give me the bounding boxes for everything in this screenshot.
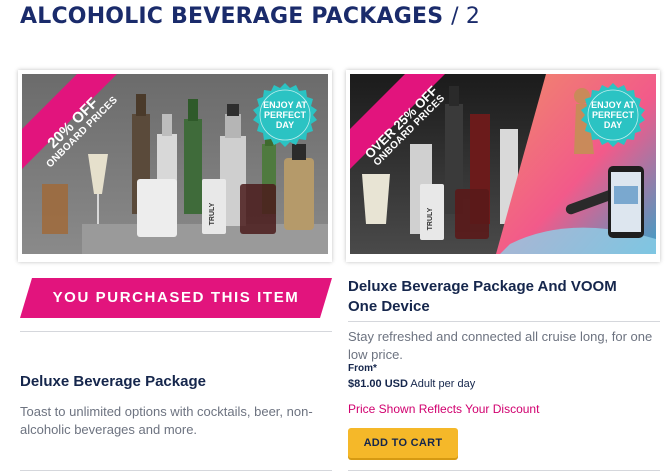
perfect-day-seal: ENJOY AT PERFECT DAY bbox=[580, 82, 646, 148]
price-line: $81.00 USD Adult per day bbox=[348, 378, 475, 390]
divider bbox=[20, 331, 332, 332]
page-title-text: ALCOHOLIC BEVERAGE PACKAGES bbox=[20, 4, 444, 29]
divider-bottom bbox=[20, 470, 332, 471]
discount-note: Price Shown Reflects Your Discount bbox=[348, 402, 540, 416]
product-description: Toast to unlimited options with cocktail… bbox=[20, 404, 313, 437]
product-description: Stay refreshed and connected all cruise … bbox=[348, 329, 653, 362]
svg-text:TRULY: TRULY bbox=[427, 207, 434, 230]
seal-line-3: DAY bbox=[275, 120, 295, 130]
product-image-frame: TRULY OVER 25% OFF ONBOARD PRICES ENJOY … bbox=[346, 70, 660, 262]
page-title: ALCOHOLIC BEVERAGE PACKAGES / 2 bbox=[20, 4, 480, 29]
seal-line-2: PERFECT bbox=[591, 110, 634, 120]
seal-line-1: ENJOY AT bbox=[591, 100, 635, 110]
package-count: / 2 bbox=[451, 4, 481, 29]
package-card-deluxe-voom: TRULY OVER 25% OFF ONBOARD PRICES ENJOY … bbox=[346, 70, 660, 471]
divider bbox=[348, 321, 660, 322]
price-currency: USD bbox=[384, 378, 408, 390]
package-card-deluxe-beverage: TRULY 20% OFF ONBOARD PRICES ENJOY AT PE… bbox=[18, 70, 332, 471]
product-image-beverages: TRULY 20% OFF ONBOARD PRICES ENJOY AT PE… bbox=[22, 74, 328, 254]
add-to-cart-button[interactable]: ADD TO CART bbox=[348, 428, 458, 458]
purchased-label: YOU PURCHASED THIS ITEM bbox=[52, 289, 300, 306]
product-title[interactable]: Deluxe Beverage Package bbox=[20, 372, 332, 392]
product-image-beverages-voom: TRULY OVER 25% OFF ONBOARD PRICES ENJOY … bbox=[350, 74, 656, 254]
price-unit: Adult per day bbox=[410, 378, 476, 390]
seal-line-3: DAY bbox=[603, 120, 623, 130]
price-amount: $81.00 bbox=[348, 378, 382, 390]
svg-text:TRULY: TRULY bbox=[209, 202, 216, 225]
purchased-banner: YOU PURCHASED THIS ITEM bbox=[20, 278, 332, 318]
product-title[interactable]: Deluxe Beverage Package And VOOM One Dev… bbox=[348, 277, 648, 317]
product-image-frame: TRULY 20% OFF ONBOARD PRICES ENJOY AT PE… bbox=[18, 70, 332, 262]
seal-line-2: PERFECT bbox=[263, 110, 306, 120]
seal-line-1: ENJOY AT bbox=[263, 100, 307, 110]
divider-bottom bbox=[348, 470, 660, 471]
price-from-label: From* bbox=[348, 363, 377, 374]
perfect-day-seal: ENJOY AT PERFECT DAY bbox=[252, 82, 318, 148]
